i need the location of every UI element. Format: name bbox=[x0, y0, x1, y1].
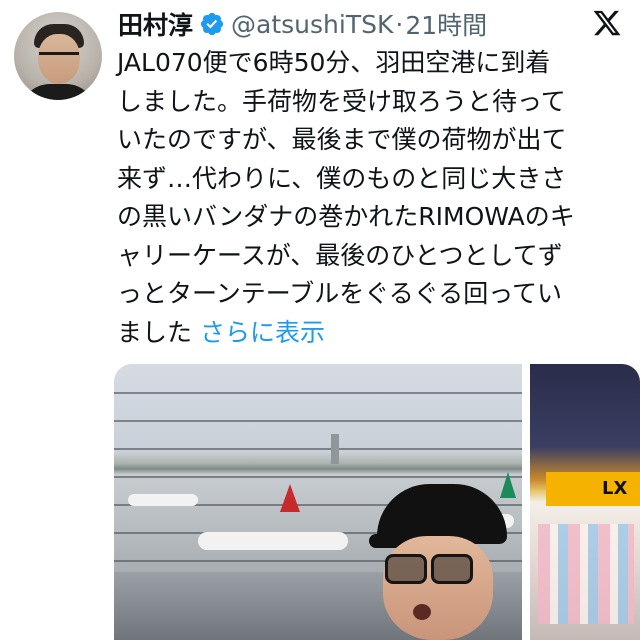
tweet-text: JAL070便で6時50分、羽田空港に到着 しました。手荷物を受け取ろうと待って… bbox=[117, 44, 637, 352]
airplane bbox=[128, 494, 198, 506]
verified-badge-icon bbox=[200, 12, 224, 36]
sunglasses-lens bbox=[385, 554, 427, 584]
tweet-media[interactable]: LX bbox=[114, 364, 640, 640]
shop-shelf bbox=[538, 524, 634, 624]
tweet-timestamp[interactable]: 21時間 bbox=[405, 6, 487, 42]
observation-wire bbox=[114, 476, 522, 478]
tweet-body: JAL070便で6時50分、羽田空港に到着 しました。手荷物を受け取ろうと待って… bbox=[117, 48, 575, 347]
avatar-body bbox=[20, 84, 96, 100]
author-name[interactable]: 田村淳 bbox=[118, 6, 193, 42]
person-mouth bbox=[413, 604, 431, 620]
tweet-header: 田村淳 @atsushiTSK · 21時間 bbox=[118, 4, 487, 44]
shop-photo[interactable]: LX bbox=[530, 364, 640, 640]
x-logo-icon[interactable] bbox=[592, 8, 622, 38]
avatar-glasses bbox=[39, 52, 79, 65]
airplane bbox=[198, 532, 348, 550]
airplane-tail bbox=[280, 484, 300, 512]
observation-wire bbox=[114, 392, 522, 394]
header-separator: · bbox=[395, 9, 404, 39]
person-selfie bbox=[369, 484, 517, 640]
author-avatar[interactable] bbox=[14, 12, 102, 100]
control-tower bbox=[331, 434, 339, 464]
person-face bbox=[383, 536, 493, 640]
observation-wire bbox=[114, 420, 522, 422]
show-more-link[interactable]: さらに表示 bbox=[200, 318, 325, 347]
sunglasses-lens bbox=[431, 554, 473, 584]
observation-wire bbox=[114, 448, 522, 450]
author-handle[interactable]: @atsushiTSK bbox=[231, 10, 393, 39]
shop-sign: LX bbox=[546, 472, 640, 506]
airport-selfie-photo[interactable] bbox=[114, 364, 522, 640]
